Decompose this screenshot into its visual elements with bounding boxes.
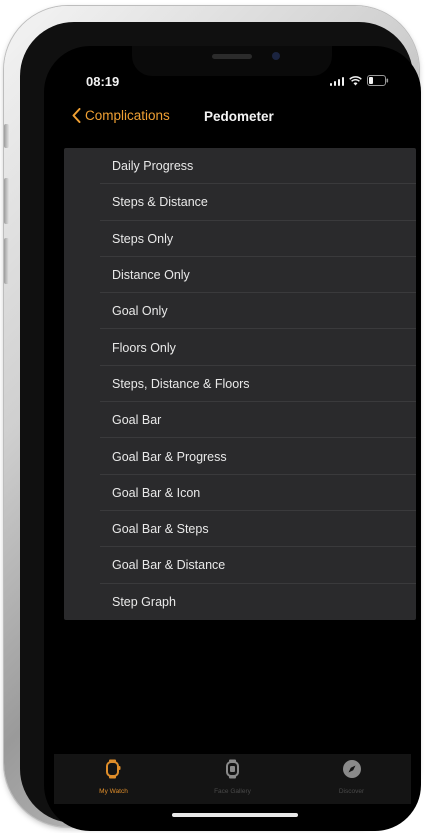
tab-bar: My Watch Face Gallery Discover [54,754,411,804]
list-item-distance-only[interactable]: Distance Only [64,257,416,294]
home-indicator[interactable] [172,813,298,817]
list-item-goal-bar-icon[interactable]: Goal Bar & Icon [64,475,416,512]
cellular-signal-icon [329,76,344,86]
list-item-goal-bar[interactable]: Goal Bar [64,402,416,439]
list-item-label: Steps, Distance & Floors [112,376,250,391]
list-item-label: Daily Progress [112,159,194,174]
list-item-label: Step Graph [112,594,176,609]
list-item-label: Goal Bar & Progress [112,449,227,464]
list-item-daily-progress[interactable]: Daily Progress [64,148,416,185]
chevron-left-icon [72,108,81,123]
tab-face-gallery[interactable]: Face Gallery [183,759,283,795]
list-item-goal-only[interactable]: Goal Only [64,293,416,330]
navigation-bar: Complications Pedometer [44,100,421,138]
tab-label: My Watch [99,788,128,795]
list-item-label: Distance Only [112,268,190,283]
screen: 08:19 Complications Pedometer Daily Prog… [44,46,421,831]
list-item-goal-bar-distance[interactable]: Goal Bar & Distance [64,547,416,584]
notch [132,46,332,76]
list-item-label: Goal Only [112,304,168,319]
complications-list: Daily Progress Steps & Distance Steps On… [64,148,416,620]
phone-frame: 08:19 Complications Pedometer Daily Prog… [4,6,421,831]
list-item-floors-only[interactable]: Floors Only [64,329,416,367]
front-camera [272,52,280,60]
tab-label: Face Gallery [214,788,251,795]
tab-label: Discover [338,788,365,795]
list-item-label: Steps & Distance [112,195,208,210]
back-button[interactable]: Complications [72,108,170,123]
battery-icon [367,75,389,86]
watch-icon [105,759,122,784]
back-button-label: Complications [85,108,170,123]
list-item-label: Goal Bar & Distance [112,558,226,573]
status-icons [329,75,390,86]
list-item-steps-distance[interactable]: Steps & Distance [64,184,416,221]
compass-icon [342,759,362,784]
tab-my-watch[interactable]: My Watch [64,759,164,795]
volume-down-button [4,238,9,284]
list-item-step-graph[interactable]: Step Graph [64,584,416,620]
list-item-label: Goal Bar & Icon [112,485,201,500]
wifi-icon [349,75,362,86]
status-time: 08:19 [86,74,120,89]
speaker-grille [212,54,252,59]
list-item-goal-bar-steps[interactable]: Goal Bar & Steps [64,511,416,548]
list-item-steps-only[interactable]: Steps Only [64,221,416,258]
face-gallery-icon [225,759,240,784]
list-item-label: Floors Only [112,340,176,355]
list-item-steps-distance-floors[interactable]: Steps, Distance & Floors [64,366,416,403]
volume-up-button [4,178,9,224]
list-item-goal-bar-progress[interactable]: Goal Bar & Progress [64,438,416,475]
phone-bezel: 08:19 Complications Pedometer Daily Prog… [20,22,421,831]
list-item-label: Goal Bar [112,413,162,428]
page-title: Pedometer [204,109,274,124]
list-item-label: Goal Bar & Steps [112,522,209,537]
tab-discover[interactable]: Discover [302,759,402,795]
list-item-label: Steps Only [112,231,174,246]
mute-switch [4,124,9,148]
